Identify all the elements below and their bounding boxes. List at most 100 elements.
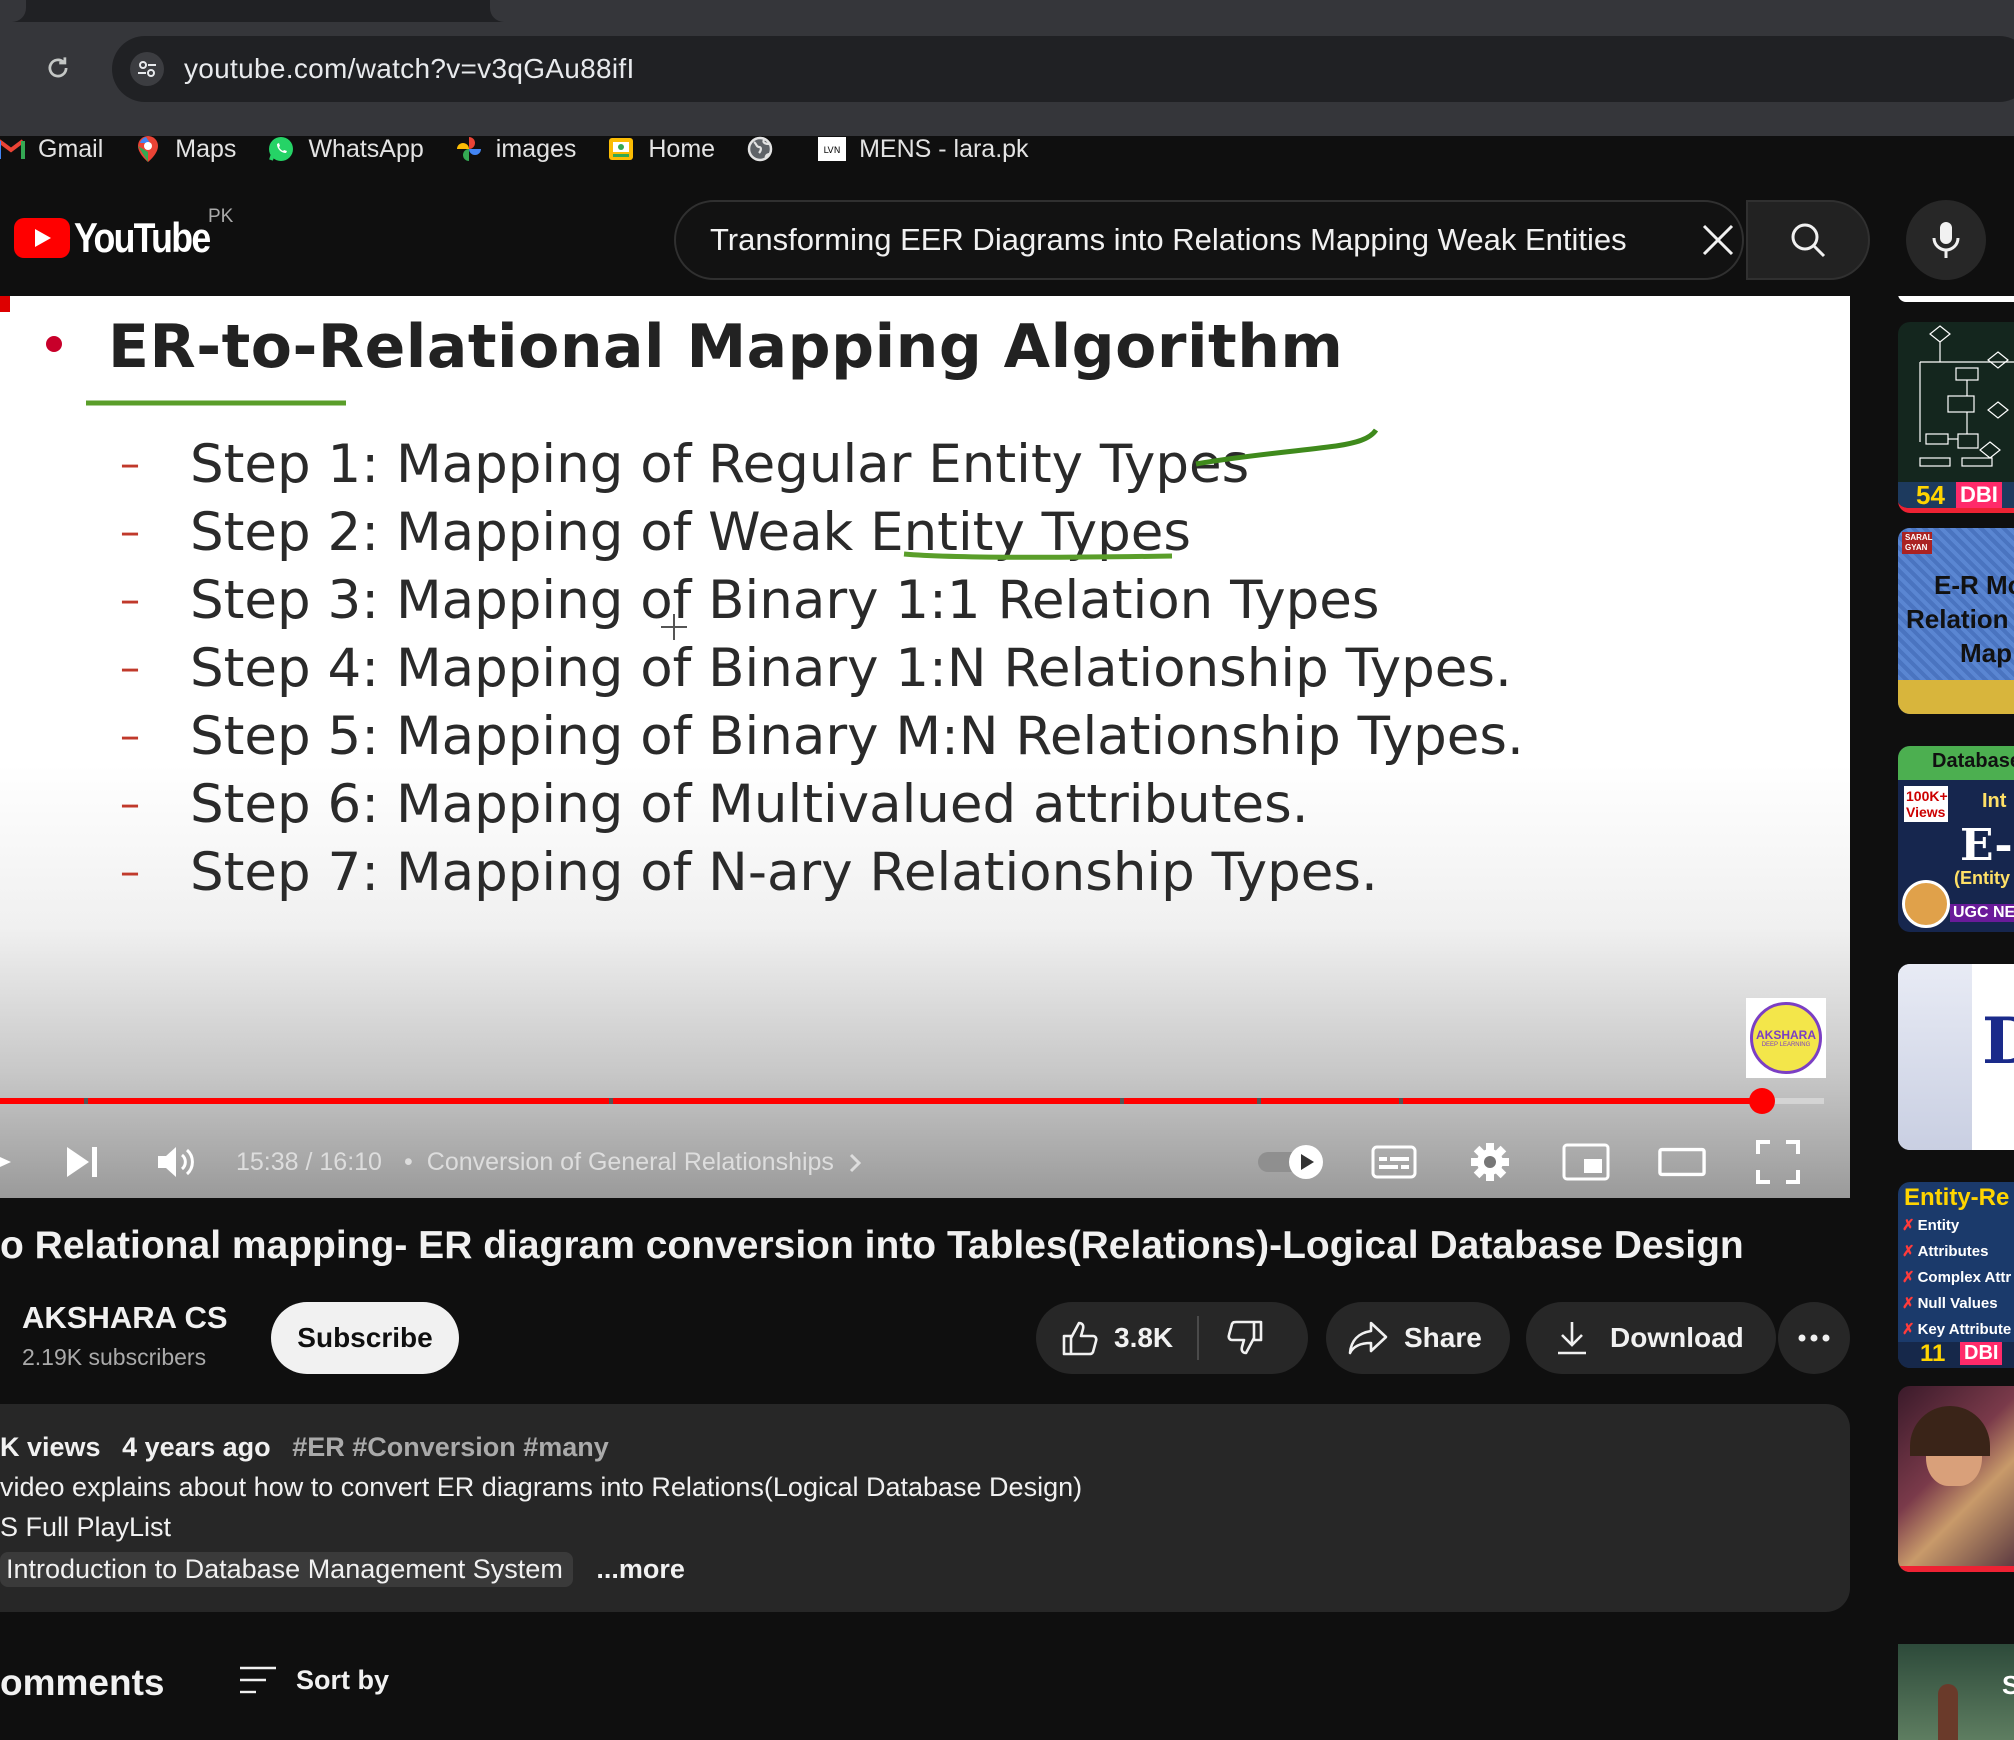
voice-search-button[interactable] <box>1906 200 1986 280</box>
time-display: 15:38 / 16:10 <box>236 1148 382 1176</box>
download-label: Download <box>1610 1322 1744 1353</box>
dislike-button[interactable] <box>1223 1316 1267 1360</box>
thumb-list-text: Complex Attr <box>1917 1269 2012 1286</box>
bookmark-site[interactable] <box>745 134 787 164</box>
view-count: K views <box>0 1432 101 1462</box>
chapter-title: Conversion of General Relationships <box>426 1148 834 1176</box>
download-button[interactable]: Download <box>1526 1302 1776 1374</box>
pin-icon: ✗ <box>1902 1269 1915 1286</box>
bookmark-label: Home <box>648 134 716 163</box>
video-title: o Relational mapping- ER diagram convers… <box>0 1224 1744 1267</box>
show-more-link[interactable]: ...more <box>596 1554 685 1584</box>
chapter-marker <box>1256 1098 1261 1104</box>
related-video-thumb[interactable]: Database 100K+ Views Int E-I (Entity UGC… <box>1898 746 2014 932</box>
thumb-caption: Map <box>1960 638 2012 668</box>
like-divider <box>1197 1316 1200 1360</box>
thumb-caption: Relation <box>1906 604 2009 634</box>
more-actions-button[interactable] <box>1778 1302 1850 1374</box>
thumb-caption: E-R Mo <box>1934 570 2014 600</box>
clear-search-icon[interactable] <box>1694 216 1742 264</box>
youtube-header: YouTube PK Transforming EER Diagrams int… <box>0 184 2014 296</box>
progress-scrubber[interactable] <box>1748 1088 1775 1114</box>
related-video-thumb[interactable]: Entity-Re ✗ Entity ✗ Attributes ✗ Complex Att… <box>1898 1182 2014 1368</box>
thumb-list-item: ✗ Attributes <box>1902 1242 1988 1260</box>
related-video-thumb[interactable]: 54 DBI <box>1898 322 2014 513</box>
like-button[interactable] <box>1058 1316 1102 1360</box>
thumb-list-item: ✗ Complex Attr <box>1902 1268 2011 1286</box>
whatsapp-icon <box>266 134 296 164</box>
sort-by-button[interactable]: Sort by <box>238 1664 389 1696</box>
related-video-thumb[interactable]: S <box>1898 1604 2014 1740</box>
slide-step: – Step 3: Mapping of Binary 1:1 Relation … <box>120 566 1524 634</box>
thumb-caption: Entity-Re <box>1904 1184 2010 1211</box>
channel-name[interactable]: AKSHARA CS <box>22 1300 228 1336</box>
hashtags[interactable]: #ER #Conversion #many <box>292 1432 609 1462</box>
bookmark-home[interactable]: Home <box>606 134 715 164</box>
address-bar[interactable]: youtube.com/watch?v=v3qGAu88ifI <box>112 36 2014 102</box>
slide-step: – Step 2: Mapping of Weak Entity Types <box>120 498 1524 566</box>
search-input[interactable]: Transforming EER Diagrams into Relations… <box>710 222 1627 258</box>
video-frame[interactable]: ER-to-Relational Mapping Algorithm – Step… <box>0 296 1850 1198</box>
volume-icon[interactable] <box>152 1138 200 1186</box>
more-horizontal-icon <box>1798 1334 1830 1342</box>
thumb-caption: (Entity <box>1954 868 2010 888</box>
subtitles-icon[interactable] <box>1370 1138 1418 1186</box>
url-text[interactable]: youtube.com/watch?v=v3qGAu88ifI <box>184 53 635 85</box>
autoplay-toggle[interactable] <box>1256 1144 1328 1180</box>
related-videos-sidebar: 54 DBI SARAL GYAN E-R Mo Relation Map Da… <box>1898 296 2014 1740</box>
like-count[interactable]: 3.8K <box>1114 1322 1173 1354</box>
step-dash: – <box>120 713 140 759</box>
playlist-link[interactable]: Introduction to Database Management Syst… <box>0 1552 573 1587</box>
thumb-figure <box>1938 1684 1958 1740</box>
episode-number: 54 <box>1916 480 1945 510</box>
slide-step: – Step 7: Mapping of N-ary Relationship T… <box>120 838 1524 906</box>
miniplayer-icon[interactable] <box>1562 1138 1610 1186</box>
search-box[interactable]: Transforming EER Diagrams into Relations… <box>674 200 1744 280</box>
related-video-thumb[interactable]: SARAL GYAN E-R Mo Relation Map <box>1898 528 2014 714</box>
bookmark-mens-lara-pk[interactable]: LVN MENS - lara.pk <box>817 134 1029 164</box>
bookmark-whatsapp[interactable]: WhatsApp <box>266 134 424 164</box>
chapter-dot: • <box>404 1148 413 1176</box>
step-dash: – <box>120 645 140 691</box>
bookmark-label: MENS - lara.pk <box>859 134 1029 163</box>
active-tab[interactable] <box>490 0 2014 22</box>
progress-bar[interactable] <box>0 1088 1824 1114</box>
theater-mode-icon[interactable] <box>1658 1138 1706 1186</box>
chapter-button[interactable]: • Conversion of General Relationships <box>404 1148 868 1177</box>
description-line: Introduction to Database Management Syst… <box>0 1552 685 1587</box>
fullscreen-icon[interactable] <box>1754 1138 1802 1186</box>
slide-step: – Step 1: Mapping of Regular Entity Types <box>120 430 1524 498</box>
site-settings-icon[interactable] <box>130 52 164 86</box>
chevron-right-icon <box>849 1153 862 1172</box>
share-button[interactable]: Share <box>1326 1302 1510 1374</box>
related-video-thumb[interactable] <box>1898 1386 2014 1572</box>
country-code: PK <box>208 206 234 227</box>
pin-icon: ✗ <box>1902 1217 1915 1234</box>
reload-icon[interactable] <box>40 50 76 86</box>
bookmarks-bar: Gmail Maps WhatsApp images Home LVN MENS - lar… <box>0 126 1059 172</box>
bookmark-maps[interactable]: Maps <box>133 134 236 164</box>
lara-icon: LVN <box>817 134 847 164</box>
youtube-logo[interactable]: YouTube PK <box>14 206 233 262</box>
description-box[interactable]: K views 4 years ago #ER #Conversion #man… <box>0 1404 1850 1612</box>
step-dash: – <box>120 849 140 895</box>
bookmark-gmail[interactable]: Gmail <box>0 134 103 164</box>
chapter-marker <box>609 1098 614 1104</box>
play-icon[interactable] <box>0 1138 26 1186</box>
search-button[interactable] <box>1746 200 1870 280</box>
bookmark-label: images <box>495 134 577 163</box>
bookmark-images[interactable]: images <box>454 134 577 164</box>
subscribe-button[interactable]: Subscribe <box>271 1302 459 1374</box>
video-player[interactable]: ER-to-Relational Mapping Algorithm – Step… <box>0 296 1850 1198</box>
watched-bar <box>1898 1566 2014 1572</box>
related-video-thumb[interactable]: D <box>1898 964 2014 1150</box>
presenter-avatar <box>1902 880 1950 928</box>
next-icon[interactable] <box>58 1138 106 1186</box>
related-video-thumb[interactable] <box>1898 296 2014 302</box>
watermark-subtext: DEEP LEARNING <box>1761 1042 1811 1048</box>
channel-watermark[interactable]: AKSHARA DEEP LEARNING <box>1746 998 1826 1078</box>
settings-gear-icon[interactable] <box>1466 1138 1514 1186</box>
tab-left-edge[interactable] <box>0 0 26 22</box>
thumb-band <box>1898 680 2014 714</box>
thumb-tag: DBI <box>1956 482 2002 508</box>
